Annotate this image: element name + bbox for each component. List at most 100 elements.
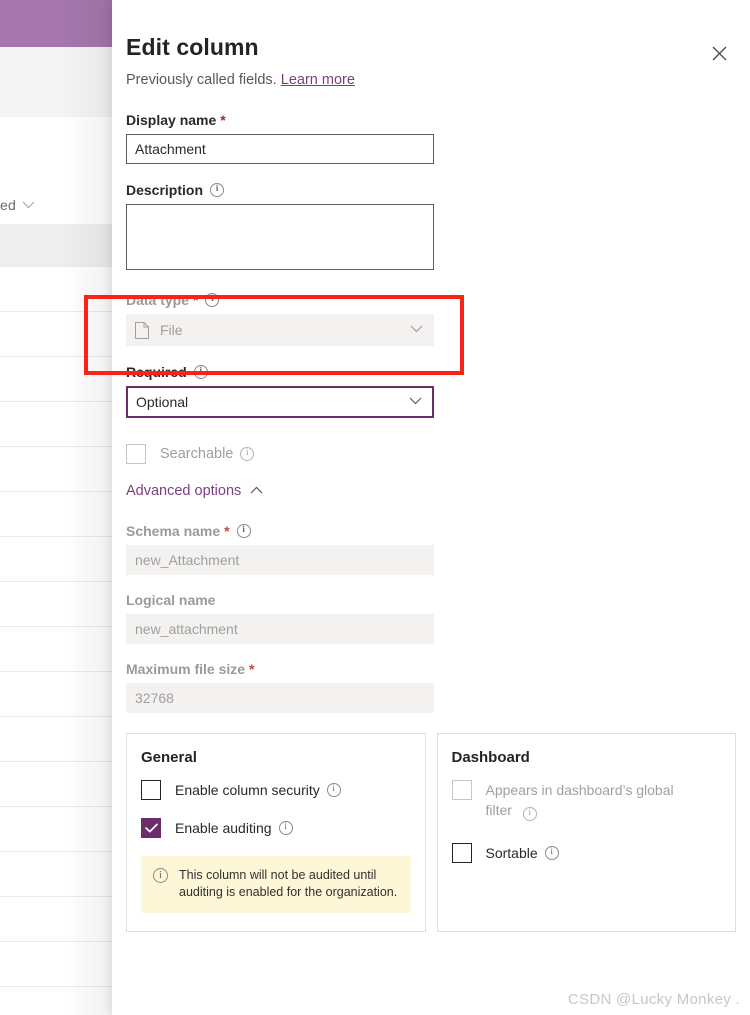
field-schema-name: Schema name * i new_Attachment xyxy=(126,523,736,575)
required-label-text: Required xyxy=(126,364,187,380)
info-icon[interactable]: i xyxy=(278,821,293,835)
schema-name-value: new_Attachment xyxy=(135,552,240,568)
dashboard-card: Dashboard Appears in dashboard’s global … xyxy=(436,733,736,932)
enable-auditing-label: Enable auditing i xyxy=(175,818,293,838)
field-maximum-file-size: Maximum file size * 32768 xyxy=(126,661,736,713)
description-input[interactable] xyxy=(126,204,434,270)
grid-row-line xyxy=(0,491,112,492)
command-bar xyxy=(0,47,112,117)
learn-more-link[interactable]: Learn more xyxy=(281,72,355,88)
info-icon[interactable]: i xyxy=(205,293,220,307)
background-filter-label: ed xyxy=(0,197,16,213)
maximum-file-size-label-text: Maximum file size xyxy=(126,661,246,677)
appears-in-global-filter-label: Appears in dashboard’s global filter i xyxy=(485,780,686,822)
grid-row-line xyxy=(0,626,112,627)
maximum-file-size-input: 32768 xyxy=(126,683,434,713)
logical-name-input: new_attachment xyxy=(126,614,434,644)
field-display-name: Display name * Attachment xyxy=(126,112,736,164)
data-type-label-text: Data type xyxy=(126,292,190,308)
display-name-value: Attachment xyxy=(135,141,206,157)
info-icon[interactable]: i xyxy=(236,524,251,538)
grid-row-line xyxy=(0,671,112,672)
grid-row-line xyxy=(0,266,112,267)
logical-name-label-text: Logical name xyxy=(126,592,216,608)
data-type-label: Data type * i xyxy=(126,292,736,308)
grid-row-line xyxy=(0,896,112,897)
display-name-label-text: Display name xyxy=(126,112,217,128)
required-label: Required i xyxy=(126,364,736,380)
grid-row-line xyxy=(0,941,112,942)
appears-in-global-filter-row: Appears in dashboard’s global filter i xyxy=(451,780,722,822)
info-icon: i xyxy=(522,807,537,822)
sortable-label-text: Sortable xyxy=(485,845,538,862)
required-asterisk: * xyxy=(249,661,255,677)
audit-banner-text: This column will not be audited until au… xyxy=(179,868,398,899)
logical-name-value: new_attachment xyxy=(135,621,238,637)
grid-row-line xyxy=(0,851,112,852)
logical-name-label: Logical name xyxy=(126,592,736,608)
enable-column-security-label: Enable column security i xyxy=(175,780,341,800)
panel-subtitle: Previously called fields. Learn more xyxy=(126,72,720,88)
grid-row-line xyxy=(0,761,112,762)
info-icon[interactable]: i xyxy=(544,846,559,861)
required-asterisk: * xyxy=(224,523,230,539)
panel-header: Edit column Previously called fields. Le… xyxy=(112,0,750,88)
searchable-checkbox-row: Searchable i xyxy=(126,444,736,464)
grid-row-line xyxy=(0,401,112,402)
advanced-options-label: Advanced options xyxy=(126,483,242,499)
searchable-label: Searchable i xyxy=(160,444,255,464)
info-icon[interactable]: i xyxy=(326,783,341,797)
page-title: Edit column xyxy=(126,34,259,60)
required-dropdown[interactable]: Optional xyxy=(126,386,434,418)
edit-column-panel: Edit column Previously called fields. Le… xyxy=(112,0,750,1015)
app-header-bar xyxy=(0,0,112,47)
info-icon[interactable]: i xyxy=(193,365,208,379)
data-type-value: File xyxy=(160,322,183,338)
maximum-file-size-label: Maximum file size * xyxy=(126,661,736,677)
schema-name-label-text: Schema name xyxy=(126,523,221,539)
grid-row-line xyxy=(0,581,112,582)
settings-cards: General Enable column security i Enable … xyxy=(112,733,750,932)
enable-auditing-checkbox[interactable] xyxy=(141,818,161,838)
info-icon[interactable]: i xyxy=(240,447,255,461)
grid-row-line xyxy=(0,986,112,987)
searchable-label-text: Searchable xyxy=(160,446,234,462)
panel-subtitle-text: Previously called fields. xyxy=(126,72,277,88)
grid-row-line xyxy=(0,716,112,717)
data-type-dropdown: File xyxy=(126,314,434,346)
dashboard-card-title: Dashboard xyxy=(451,749,530,766)
chevron-up-icon xyxy=(250,485,263,497)
grid-row-line xyxy=(0,806,112,807)
required-value: Optional xyxy=(136,394,189,410)
grid-header-row xyxy=(0,224,112,266)
description-label-text: Description xyxy=(126,182,204,198)
close-button[interactable] xyxy=(704,38,734,68)
grid-row-line xyxy=(0,356,112,357)
sortable-checkbox[interactable] xyxy=(451,843,472,864)
advanced-options-toggle[interactable]: Advanced options xyxy=(126,483,736,499)
schema-name-input: new_Attachment xyxy=(126,545,434,575)
audit-info-banner: i This column will not be audited until … xyxy=(141,856,411,913)
info-icon[interactable]: i xyxy=(210,183,225,197)
enable-column-security-row[interactable]: Enable column security i xyxy=(141,780,411,800)
display-name-label: Display name * xyxy=(126,112,736,128)
general-card: General Enable column security i Enable … xyxy=(126,733,426,932)
sortable-row[interactable]: Sortable i xyxy=(451,843,722,864)
edit-column-form: Display name * Attachment Description i … xyxy=(112,112,750,713)
display-name-input[interactable]: Attachment xyxy=(126,134,434,164)
description-label: Description i xyxy=(126,182,736,198)
close-icon xyxy=(712,46,726,60)
appears-in-global-filter-label-text: Appears in dashboard’s global filter xyxy=(485,782,674,818)
chevron-down-icon xyxy=(22,198,35,212)
enable-auditing-row[interactable]: Enable auditing i xyxy=(141,818,411,838)
checkmark-icon xyxy=(144,823,158,833)
background-filter-dropdown[interactable]: ed xyxy=(0,186,112,224)
enable-column-security-checkbox[interactable] xyxy=(141,780,161,800)
